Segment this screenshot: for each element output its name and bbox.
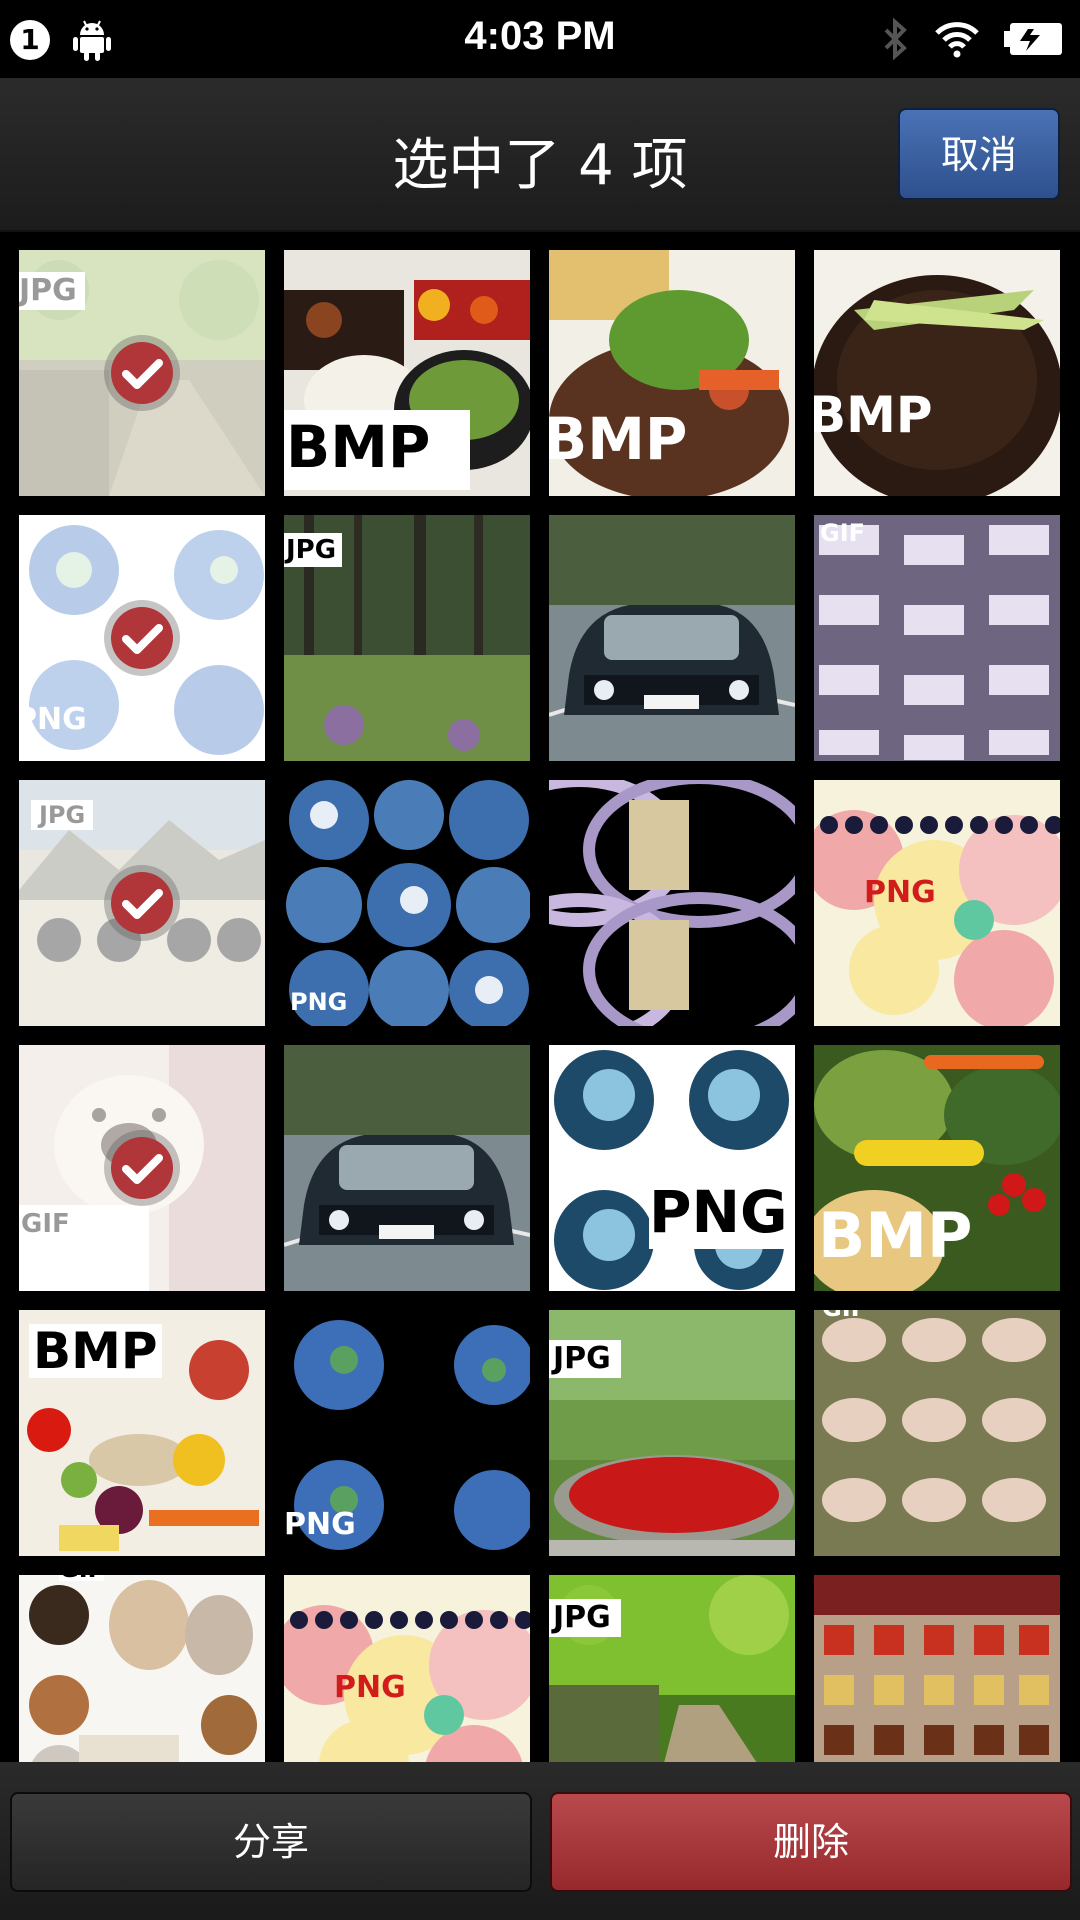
thumbnail-tile[interactable]: BMP <box>814 1045 1060 1291</box>
thumbnail-image <box>814 515 1060 761</box>
thumbnail-image <box>19 1575 265 1762</box>
thumbnail-tile[interactable]: PNG <box>284 1310 530 1556</box>
thumbnail-tile[interactable]: JPG <box>284 515 530 761</box>
thumbnail-tile[interactable]: PNG <box>19 515 265 761</box>
format-label: JPG <box>549 1340 621 1378</box>
format-label: GIF <box>822 1310 867 1320</box>
status-right <box>882 18 1064 60</box>
thumbnail-image <box>814 1575 1060 1762</box>
wifi-icon <box>935 22 979 58</box>
thumbnail-grid[interactable]: JPGBMPBMPBMPPNGJPGGIFJPGPNGPNGGIFPNGBMPB… <box>0 232 1080 1762</box>
format-label: BMP <box>814 386 933 444</box>
format-label: PNG <box>284 1507 356 1542</box>
thumbnail-tile[interactable]: JPG <box>549 1310 795 1556</box>
thumbnail-tile[interactable]: BMP <box>19 1310 265 1556</box>
format-label: BMP <box>549 405 688 473</box>
action-bar: 选中了 4 项 取消 <box>0 78 1080 232</box>
thumbnail-tile[interactable]: GIF <box>19 1575 265 1762</box>
check-icon <box>104 600 180 676</box>
thumbnail-image <box>284 1045 530 1291</box>
thumbnail-tile[interactable]: GIF <box>814 1310 1060 1556</box>
thumbnail-image <box>284 1575 530 1762</box>
bottom-bar: 分享 删除 <box>0 1762 1080 1920</box>
thumbnail-tile[interactable]: JPG <box>549 1575 795 1762</box>
check-icon <box>104 1130 180 1206</box>
format-label: BMP <box>284 410 471 490</box>
status-bar: 1 4:03 PM <box>0 0 1080 78</box>
thumbnail-tile[interactable]: BMP <box>814 250 1060 496</box>
thumbnail-tile[interactable]: BMP <box>814 1575 1060 1762</box>
format-label: PNG <box>864 875 936 910</box>
thumbnail-tile[interactable]: PNG <box>284 780 530 1026</box>
battery-icon <box>1004 23 1062 55</box>
format-label: PNG <box>334 1670 406 1705</box>
check-icon <box>104 865 180 941</box>
cancel-button[interactable]: 取消 <box>898 108 1060 200</box>
format-label: GIF <box>59 1575 105 1581</box>
thumbnail-tile[interactable] <box>549 515 795 761</box>
delete-button[interactable]: 删除 <box>550 1792 1072 1892</box>
thumbnail-tile[interactable]: PNG <box>284 1575 530 1762</box>
format-label: JPG <box>284 533 343 567</box>
thumbnail-image <box>814 250 1060 496</box>
thumbnail-tile[interactable]: JPG <box>19 780 265 1026</box>
thumbnail-tile[interactable]: PNG <box>814 780 1060 1026</box>
thumbnail-image <box>814 780 1060 1026</box>
thumbnail-tile[interactable]: BMP <box>549 250 795 496</box>
thumbnail-tile[interactable]: GIF <box>19 1045 265 1291</box>
thumbnail-tile[interactable]: JPG <box>19 250 265 496</box>
thumbnail-tile[interactable] <box>549 780 795 1026</box>
format-label: BMP <box>29 1324 162 1378</box>
thumbnail-image <box>814 1310 1060 1556</box>
format-label: PNG <box>290 988 348 1016</box>
thumbnail-tile[interactable]: PNG <box>549 1045 795 1291</box>
format-label: GIF <box>820 519 866 547</box>
thumbnail-tile[interactable]: GIF <box>814 515 1060 761</box>
format-label: BMP <box>818 1199 973 1272</box>
format-label: PNG <box>649 1175 788 1249</box>
thumbnail-image <box>549 515 795 761</box>
check-icon <box>104 335 180 411</box>
thumbnail-tile[interactable]: BMP <box>284 250 530 496</box>
share-button[interactable]: 分享 <box>10 1792 532 1892</box>
thumbnail-tile[interactable] <box>284 1045 530 1291</box>
format-label: JPG <box>549 1599 621 1637</box>
bluetooth-icon <box>884 18 907 60</box>
thumbnail-image <box>549 1045 795 1291</box>
thumbnail-image <box>549 780 795 1026</box>
